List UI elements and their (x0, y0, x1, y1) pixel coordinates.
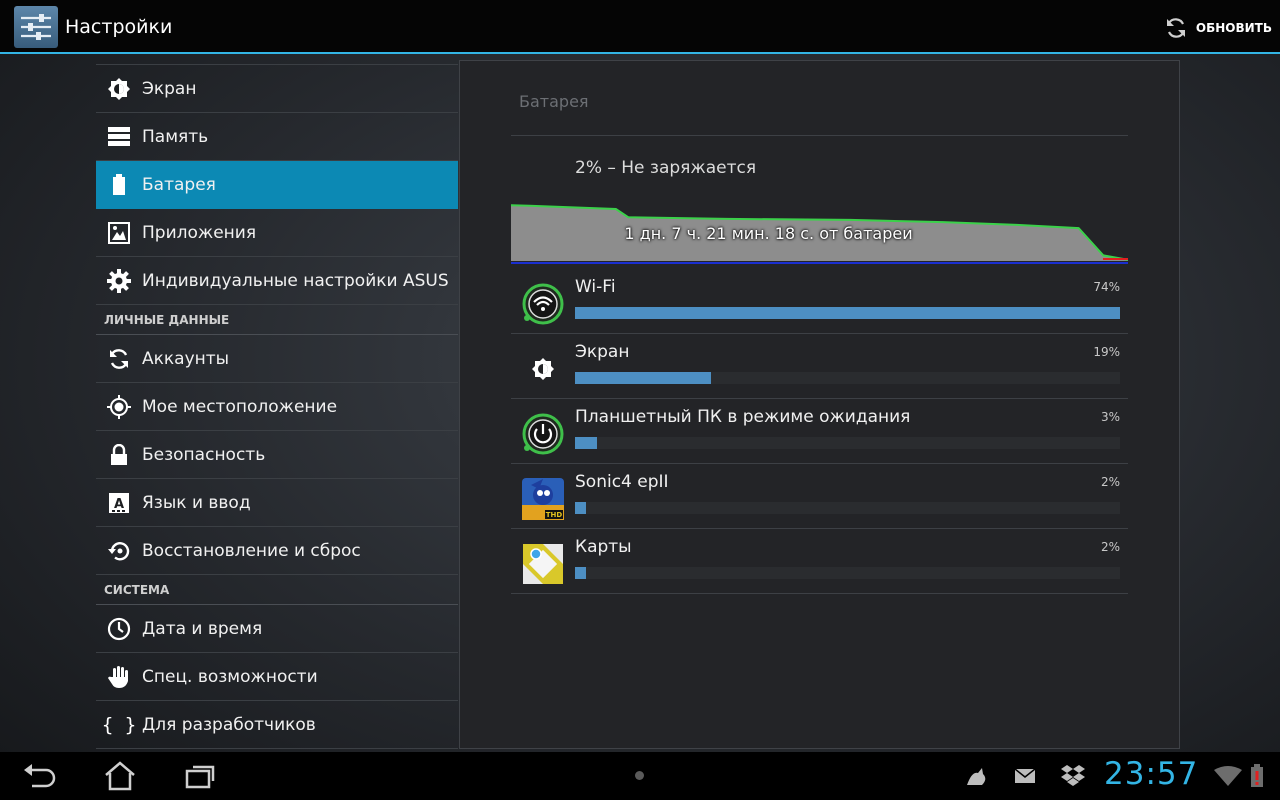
usage-row-maps[interactable]: Карты 2% (511, 529, 1128, 594)
usage-bar (575, 502, 586, 514)
power-icon (522, 413, 564, 455)
sidebar-item-label: Безопасность (142, 444, 266, 465)
settings-app-icon[interactable] (14, 6, 58, 48)
storage-icon (96, 126, 142, 148)
sidebar-item-asus-settings[interactable]: Индивидуальные настройки ASUS (96, 257, 458, 305)
usage-percent: 2% (1100, 475, 1120, 489)
sidebar-item-label: Батарея (142, 174, 216, 195)
usage-name: Планшетный ПК в режиме ожидания (575, 407, 911, 427)
action-bar: Настройки ОБНОВИТЬ (0, 0, 1280, 54)
sidebar-item-label: Восстановление и сброс (142, 540, 361, 561)
battery-icon (96, 173, 142, 196)
sidebar-item-label: Экран (142, 78, 197, 99)
sidebar-item-label: Дата и время (142, 618, 263, 639)
wifi-icon (522, 283, 564, 325)
usage-row-wifi[interactable]: Wi-Fi 74% (511, 269, 1128, 334)
sonic-app-icon: THD (522, 478, 564, 520)
back-icon[interactable] (22, 764, 58, 790)
wifi-icon[interactable] (1214, 766, 1242, 786)
gear-icon (96, 268, 142, 293)
usage-bar (575, 307, 1120, 319)
app-title: Настройки (65, 16, 173, 38)
recent-apps-icon[interactable] (185, 763, 217, 789)
sidebar-item-battery[interactable]: Батарея (96, 161, 458, 209)
sidebar-item-label: Память (142, 126, 209, 147)
sidebar-item-apps[interactable]: Приложения (96, 209, 458, 257)
sidebar-item-accessibility[interactable]: Спец. возможности (96, 653, 458, 701)
maps-app-icon (523, 544, 563, 584)
usage-name: Карты (575, 537, 632, 557)
usage-row-sonic[interactable]: THD Sonic4 epII 2% (511, 464, 1128, 529)
sidebar-item-label: Язык и ввод (142, 492, 251, 513)
bird-notification-icon[interactable] (964, 765, 990, 789)
sidebar-item-language[interactable]: A Язык и ввод (96, 479, 458, 527)
sidebar-item-date-time[interactable]: Дата и время (96, 605, 458, 653)
usage-bar (575, 372, 712, 384)
refresh-label: ОБНОВИТЬ (1195, 21, 1272, 35)
section-header-system: СИСТЕМА (96, 575, 458, 605)
usage-name: Wi-Fi (575, 277, 616, 297)
usage-percent: 74% (1093, 280, 1120, 294)
restore-icon (96, 539, 142, 563)
sidebar-item-accounts[interactable]: Аккаунты (96, 335, 458, 383)
usage-row-standby[interactable]: Планшетный ПК в режиме ожидания 3% (511, 399, 1128, 464)
brightness-icon (96, 77, 142, 101)
sidebar-item-label: Спец. возможности (142, 666, 318, 687)
sidebar-item-backup-reset[interactable]: Восстановление и сброс (96, 527, 458, 575)
usage-track (575, 502, 1120, 514)
usage-name: Экран (575, 342, 630, 362)
sidebar-item-label: Аккаунты (142, 348, 230, 369)
battery-alert-icon[interactable] (1250, 764, 1264, 788)
sidebar-item-label: Индивидуальные настройки ASUS (142, 270, 449, 291)
home-icon[interactable] (104, 761, 136, 791)
sidebar-item-display[interactable]: Экран (96, 64, 458, 113)
sidebar-item-storage[interactable]: Память (96, 113, 458, 161)
svg-text:A: A (114, 497, 124, 512)
usage-bar (575, 567, 586, 579)
braces-icon: { } (101, 713, 137, 736)
refresh-icon (1166, 18, 1185, 38)
dropbox-icon[interactable] (1061, 765, 1085, 787)
section-header-personal: ЛИЧНЫЕ ДАННЫЕ (96, 305, 458, 335)
usage-track (575, 437, 1120, 449)
usage-percent: 2% (1100, 540, 1120, 554)
usage-bar (575, 437, 597, 449)
sidebar-item-label: Мое местоположение (142, 396, 338, 417)
svg-text:THD: THD (546, 511, 563, 519)
sidebar-item-developer[interactable]: { } Для разработчиков (96, 701, 458, 749)
refresh-button[interactable]: ОБНОВИТЬ (1164, 14, 1272, 42)
sidebar-item-label: Приложения (142, 222, 257, 243)
divider (511, 135, 1128, 136)
sidebar-item-label: Для разработчиков (142, 714, 316, 735)
mail-icon[interactable] (1015, 769, 1035, 783)
usage-percent: 19% (1093, 345, 1120, 359)
brightness-icon (532, 358, 554, 380)
sync-icon (96, 347, 142, 371)
system-bar: 23:57 (0, 752, 1280, 800)
usage-track (575, 567, 1120, 579)
panel-title: Батарея (519, 92, 589, 111)
battery-panel: Батарея 2% – Не заряжается 1 дн. 7 ч. 21… (459, 60, 1180, 749)
graph-label: 1 дн. 7 ч. 21 мин. 18 с. от батареи (624, 224, 913, 243)
lock-icon (96, 443, 142, 466)
settings-list: Экран Память Батарея Приложения Индивиду… (96, 64, 458, 749)
apps-icon (96, 221, 142, 244)
usage-name: Sonic4 epII (575, 472, 669, 492)
hand-icon (96, 665, 142, 689)
location-icon (96, 394, 142, 419)
clock-icon (96, 617, 142, 641)
usage-row-screen[interactable]: Экран 19% (511, 334, 1128, 399)
keyboard-icon: A (96, 492, 142, 514)
sidebar-item-location[interactable]: Мое местоположение (96, 383, 458, 431)
usage-percent: 3% (1100, 410, 1120, 424)
clock: 23:57 (1104, 756, 1199, 792)
menu-dot (635, 771, 644, 780)
battery-status: 2% – Не заряжается (575, 158, 757, 178)
sidebar-item-security[interactable]: Безопасность (96, 431, 458, 479)
